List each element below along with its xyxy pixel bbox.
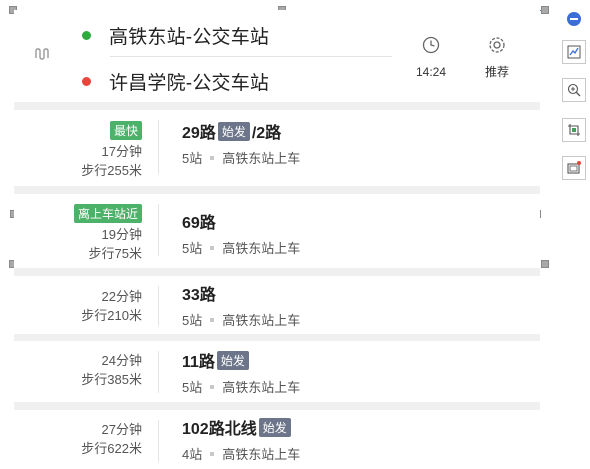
column-divider [158, 204, 159, 256]
stop-count: 4站 [182, 447, 203, 462]
origin-row[interactable]: 高铁东站-公交车站 [82, 22, 269, 49]
preferences-button[interactable]: 推荐 [472, 36, 522, 81]
walk-distance-text: 步行385米 [81, 372, 142, 387]
boarding-station: 高铁东站上车 [222, 313, 301, 328]
header-divider [110, 56, 392, 57]
bus-route-results-screenshot: 高铁东站-公交车站 许昌学院-公交车站 14:24 推荐 最快 17分钟 步行2… [14, 10, 540, 469]
destination-dot [82, 77, 91, 86]
duration-text: 19分钟 [101, 227, 142, 242]
column-divider [158, 420, 159, 462]
walk-distance-text: 步行255米 [81, 163, 142, 178]
stops-info: 5站 高铁东站上车 [182, 377, 300, 396]
route-detail: 102路北线 始发 4站 高铁东站上车 [182, 416, 300, 463]
walk-distance-text: 步行210米 [81, 308, 142, 323]
stops-info: 5站 高铁东站上车 [182, 238, 300, 257]
zoom-icon[interactable] [562, 78, 586, 102]
line-number: 33路 [182, 287, 216, 304]
destination-row[interactable]: 许昌学院-公交车站 [82, 68, 269, 95]
stop-count: 5站 [182, 380, 203, 395]
column-divider [158, 286, 159, 326]
separator-dot [210, 155, 215, 160]
stop-count: 5站 [182, 151, 203, 166]
route-summary: 最快 17分钟 步行255米 [14, 121, 144, 180]
route-detail: 29路 始发 /2路 5站 高铁东站上车 [182, 120, 300, 167]
origin-station-badge: 始发 [216, 350, 249, 370]
route-summary: 27分钟 步行622米 [14, 420, 144, 458]
card-gap [14, 186, 540, 194]
preferences-label: 推荐 [484, 65, 509, 79]
route-card[interactable]: 离上车站近 19分钟 步行75米 69路 5站 高铁东站上车 [14, 194, 540, 268]
line-number: 29路 [182, 125, 216, 142]
resize-handle-top-right[interactable] [541, 6, 549, 14]
route-card[interactable]: 最快 17分钟 步行255米 29路 始发 /2路 5站 高铁东站上车 [14, 110, 540, 186]
route-header: 高铁东站-公交车站 许昌学院-公交车站 14:24 推荐 [14, 10, 540, 102]
route-card[interactable]: 22分钟 步行210米 33路 5站 高铁东站上车 [14, 276, 540, 334]
line-number: 11路 [182, 354, 215, 371]
frame-icon[interactable] [562, 156, 586, 180]
route-detail: 33路 5站 高铁东站上车 [182, 282, 300, 329]
time-label: 14:24 [415, 65, 447, 79]
separator-dot [210, 245, 215, 250]
route-detail: 69路 5站 高铁东站上车 [182, 210, 300, 257]
column-divider [158, 351, 159, 393]
card-gap [14, 334, 540, 341]
separator-dot [210, 317, 215, 322]
nearest-stop-tag: 离上车站近 [73, 204, 142, 223]
origin-station-badge: 始发 [258, 417, 291, 437]
line-suffix: /2路 [251, 125, 282, 142]
separator-dot [210, 451, 215, 456]
swap-route-icon[interactable] [34, 46, 54, 67]
resize-handle-bottom-right[interactable] [541, 260, 549, 268]
line-name: 69路 [182, 210, 300, 232]
line-name: 33路 [182, 282, 300, 304]
stop-count: 5站 [182, 241, 203, 256]
line-number: 69路 [182, 215, 216, 232]
boarding-station: 高铁东站上车 [222, 447, 301, 462]
section-gap [14, 102, 540, 110]
boarding-station: 高铁东站上车 [222, 380, 301, 395]
line-name: 29路 始发 /2路 [182, 120, 300, 142]
route-summary: 22分钟 步行210米 [14, 287, 144, 325]
route-detail: 11路 始发 5站 高铁东站上车 [182, 349, 300, 396]
stops-info: 5站 高铁东站上车 [182, 148, 300, 167]
column-divider [158, 120, 159, 174]
route-card[interactable]: 24分钟 步行385米 11路 始发 5站 高铁东站上车 [14, 341, 540, 402]
boarding-station: 高铁东站上车 [222, 151, 301, 166]
separator-dot [210, 384, 215, 389]
time-button[interactable]: 14:24 [406, 36, 456, 81]
route-card[interactable]: 27分钟 步行622米 102路北线 始发 4站 高铁东站上车 [14, 410, 540, 469]
duration-text: 27分钟 [101, 422, 142, 437]
collapse-icon[interactable] [567, 12, 581, 26]
card-gap [14, 402, 540, 410]
duration-text: 22分钟 [101, 289, 142, 304]
boarding-station: 高铁东站上车 [222, 241, 301, 256]
line-number: 102路北线 [182, 421, 257, 438]
stops-info: 4站 高铁东站上车 [182, 444, 300, 463]
walk-distance-text: 步行75米 [88, 246, 142, 261]
stops-info: 5站 高铁东站上车 [182, 310, 300, 329]
origin-station-badge: 始发 [217, 121, 250, 141]
route-summary: 离上车站近 19分钟 步行75米 [14, 204, 144, 263]
line-name: 11路 始发 [182, 349, 300, 371]
clock-icon [406, 36, 456, 59]
duration-text: 17分钟 [101, 144, 142, 159]
fastest-tag: 最快 [109, 121, 142, 140]
walk-distance-text: 步行622米 [81, 441, 142, 456]
line-name: 102路北线 始发 [182, 416, 300, 438]
origin-dot [82, 31, 91, 40]
gear-icon [472, 36, 522, 59]
destination-text: 许昌学院-公交车站 [109, 73, 270, 94]
route-summary: 24分钟 步行385米 [14, 351, 144, 389]
origin-text: 高铁东站-公交车站 [109, 27, 270, 48]
stop-count: 5站 [182, 313, 203, 328]
duration-text: 24分钟 [101, 353, 142, 368]
chart-icon[interactable] [562, 40, 586, 64]
card-gap [14, 268, 540, 276]
crop-icon[interactable] [562, 118, 586, 142]
